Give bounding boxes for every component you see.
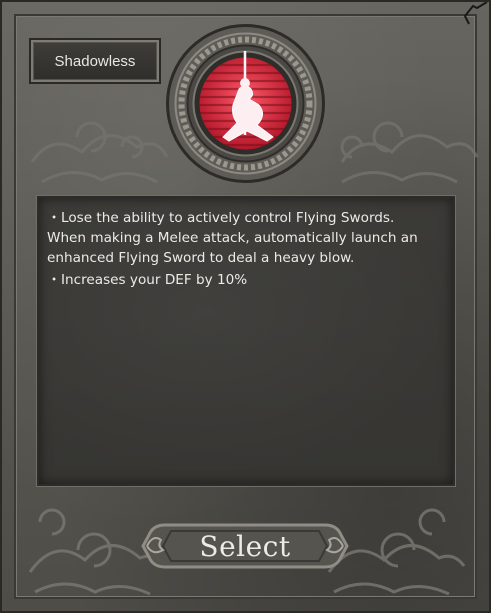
description-text-2: When making a Melee attack, automaticall… (47, 230, 418, 246)
description-line-2: When making a Melee attack, automaticall… (47, 228, 447, 248)
ability-title-badge: Shadowless (31, 40, 159, 82)
crack-decoration-icon (463, 2, 488, 25)
ability-medallion (166, 24, 325, 183)
bullet-icon: ・ (47, 272, 61, 288)
description-text-3: enhanced Flying Sword to deal a heavy bl… (47, 250, 355, 266)
select-button[interactable]: Select (141, 517, 349, 575)
ability-title: Shadowless (54, 52, 136, 70)
description-line-4: ・Increases your DEF by 10% (47, 270, 447, 290)
ability-description-panel: ・Lose the ability to actively control Fl… (37, 196, 455, 486)
description-text-4: Increases your DEF by 10% (61, 272, 248, 288)
description-line-3: enhanced Flying Sword to deal a heavy bl… (47, 248, 447, 268)
bullet-icon: ・ (47, 210, 61, 226)
description-line-1: ・Lose the ability to actively control Fl… (47, 208, 447, 228)
select-button-frame (141, 523, 349, 569)
description-text-1: Lose the ability to actively control Fly… (61, 210, 395, 226)
cloud-ornament-right-icon (340, 121, 479, 184)
